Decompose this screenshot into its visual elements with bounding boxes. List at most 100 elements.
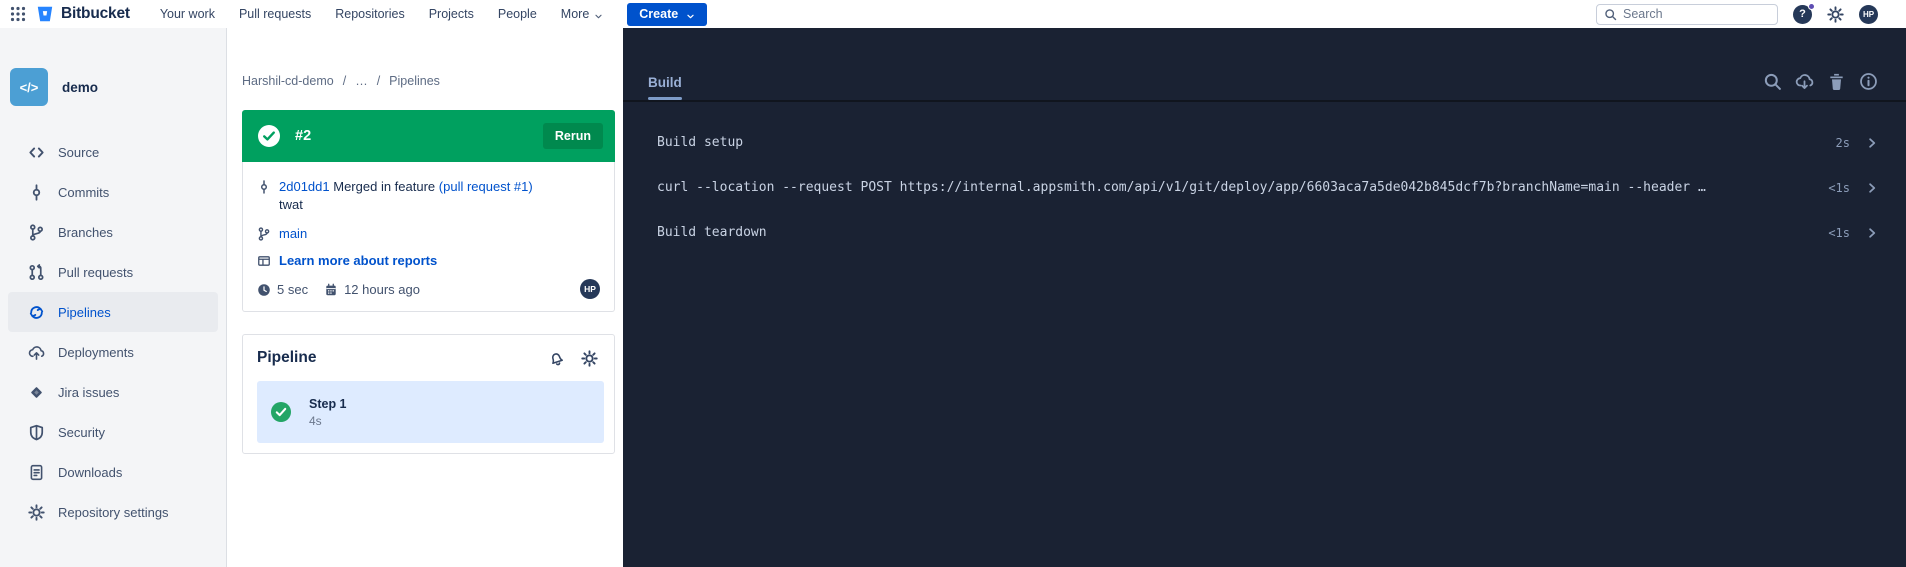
help-button[interactable]: ? xyxy=(1793,5,1812,24)
log-row-build-teardown[interactable]: Build teardown <1s xyxy=(657,210,1878,255)
sidebar: </> demo Source Commits Branches Pull re… xyxy=(0,28,227,567)
commit-hash-link[interactable]: 2d01dd1 xyxy=(279,179,330,194)
gear-icon[interactable] xyxy=(581,350,598,367)
nav-item-pull-requests[interactable]: Pull requests xyxy=(239,7,311,21)
build-number: #2 xyxy=(295,128,311,144)
sidebar-item-branches[interactable]: Branches xyxy=(8,212,218,252)
chevron-down-icon xyxy=(594,10,603,19)
branch-icon xyxy=(257,227,271,241)
chevron-down-icon xyxy=(686,10,695,19)
commit-info-card: 2d01dd1 Merged in feature (pull request … xyxy=(242,162,615,312)
commit-message: Merged in feature xyxy=(333,179,435,194)
commit-message-line2: twat xyxy=(279,196,600,214)
duration-text: 5 sec xyxy=(277,282,308,297)
branch-icon xyxy=(28,224,45,241)
calendar-icon xyxy=(324,283,338,297)
log-row-duration: <1s xyxy=(1828,181,1850,195)
user-avatar[interactable]: HP xyxy=(1859,5,1878,24)
nav-right: ? HP xyxy=(1596,4,1878,25)
trash-icon[interactable] xyxy=(1827,72,1846,91)
breadcrumb-ellipsis[interactable]: … xyxy=(355,74,368,88)
sidebar-item-repository-settings[interactable]: Repository settings xyxy=(8,492,218,532)
app-switcher-icon[interactable] xyxy=(10,6,26,22)
nav-item-repositories[interactable]: Repositories xyxy=(335,7,404,21)
nav-item-your-work[interactable]: Your work xyxy=(160,7,215,21)
document-icon xyxy=(28,464,45,481)
pipeline-card-header: Pipeline xyxy=(257,349,604,367)
repo-name: demo xyxy=(62,80,98,95)
pipeline-steps-card: Pipeline Step 1 4s xyxy=(242,334,615,454)
log-row-label: Build teardown xyxy=(657,225,1808,240)
brand: Bitbucket xyxy=(10,5,130,23)
breadcrumb-project[interactable]: Harshil-cd-demo xyxy=(242,74,334,88)
tab-build[interactable]: Build xyxy=(648,75,682,100)
commit-icon xyxy=(257,180,271,194)
brand-name: Bitbucket xyxy=(61,5,130,23)
nav-item-more[interactable]: More xyxy=(561,7,603,21)
log-panel-header: Build xyxy=(623,28,1906,102)
time-ago-item: 12 hours ago xyxy=(324,281,420,297)
pipeline-card-title: Pipeline xyxy=(257,349,316,367)
duration-item: 5 sec xyxy=(257,281,308,297)
pipeline-summary-panel: Harshil-cd-demo / … / Pipelines #2 Rerun… xyxy=(227,28,623,567)
sidebar-item-pipelines[interactable]: Pipelines xyxy=(8,292,218,332)
reports-link[interactable]: Learn more about reports xyxy=(279,253,437,268)
rerun-button[interactable]: Rerun xyxy=(543,123,603,149)
success-check-icon xyxy=(258,125,280,147)
download-logs-icon[interactable] xyxy=(1795,72,1814,91)
sidebar-item-source[interactable]: Source xyxy=(8,132,218,172)
build-log-panel: Build Build setup 2s curl --location --r… xyxy=(623,28,1906,567)
log-row-label: curl --location --request POST https://i… xyxy=(657,180,1808,195)
deployments-cloud-icon xyxy=(28,344,45,361)
nav-item-projects[interactable]: Projects xyxy=(429,7,474,21)
bitbucket-logo[interactable]: Bitbucket xyxy=(36,5,130,23)
nav-item-people[interactable]: People xyxy=(498,7,537,21)
step-name: Step 1 xyxy=(309,397,347,411)
pull-request-icon xyxy=(28,264,45,281)
pipelines-icon xyxy=(28,304,45,321)
meta-row: 5 sec 12 hours ago HP xyxy=(257,279,600,299)
gear-icon xyxy=(28,504,45,521)
pipeline-card-actions xyxy=(548,350,604,367)
time-ago-text: 12 hours ago xyxy=(344,282,420,297)
commit-row: 2d01dd1 Merged in feature (pull request … xyxy=(257,178,600,196)
pull-request-link[interactable]: (pull request #1) xyxy=(439,179,533,194)
shield-icon xyxy=(28,424,45,441)
pipeline-step-row[interactable]: Step 1 4s xyxy=(257,381,604,443)
top-nav: Bitbucket Your work Pull requests Reposi… xyxy=(0,0,1906,28)
log-panel-actions xyxy=(1763,72,1878,100)
info-icon[interactable] xyxy=(1859,72,1878,91)
search-box[interactable] xyxy=(1596,4,1778,25)
settings-gear-icon[interactable] xyxy=(1827,6,1844,23)
notification-dot xyxy=(1808,3,1815,10)
search-input[interactable] xyxy=(1623,7,1770,21)
step-duration: 4s xyxy=(309,414,347,428)
help-glyph: ? xyxy=(1799,8,1806,20)
committer-avatar[interactable]: HP xyxy=(580,279,600,299)
bitbucket-logo-icon xyxy=(36,5,54,23)
log-rows: Build setup 2s curl --location --request… xyxy=(623,102,1906,255)
breadcrumb-current: Pipelines xyxy=(389,74,440,88)
log-row-label: Build setup xyxy=(657,135,1816,150)
branch-link[interactable]: main xyxy=(279,226,307,241)
sidebar-item-downloads[interactable]: Downloads xyxy=(8,452,218,492)
bell-icon[interactable] xyxy=(546,347,567,368)
pipeline-result-card: #2 Rerun 2d01dd1 Merged in feature (pull… xyxy=(242,110,615,312)
repo-avatar[interactable]: </> xyxy=(10,68,48,106)
sidebar-item-pull-requests[interactable]: Pull requests xyxy=(8,252,218,292)
sidebar-item-deployments[interactable]: Deployments xyxy=(8,332,218,372)
commit-icon xyxy=(28,184,45,201)
log-row-command[interactable]: curl --location --request POST https://i… xyxy=(657,165,1878,210)
create-button[interactable]: Create xyxy=(627,3,707,26)
log-row-build-setup[interactable]: Build setup 2s xyxy=(657,120,1878,165)
search-logs-icon[interactable] xyxy=(1763,72,1782,91)
repo-header: </> demo xyxy=(0,68,226,132)
sidebar-item-commits[interactable]: Commits xyxy=(8,172,218,212)
breadcrumb: Harshil-cd-demo / … / Pipelines xyxy=(242,74,615,88)
step-success-icon xyxy=(271,402,291,422)
source-icon xyxy=(28,144,45,161)
sidebar-item-security[interactable]: Security xyxy=(8,412,218,452)
chevron-right-icon xyxy=(1866,137,1878,149)
sidebar-item-jira-issues[interactable]: Jira issues xyxy=(8,372,218,412)
reports-row: Learn more about reports xyxy=(257,253,600,268)
